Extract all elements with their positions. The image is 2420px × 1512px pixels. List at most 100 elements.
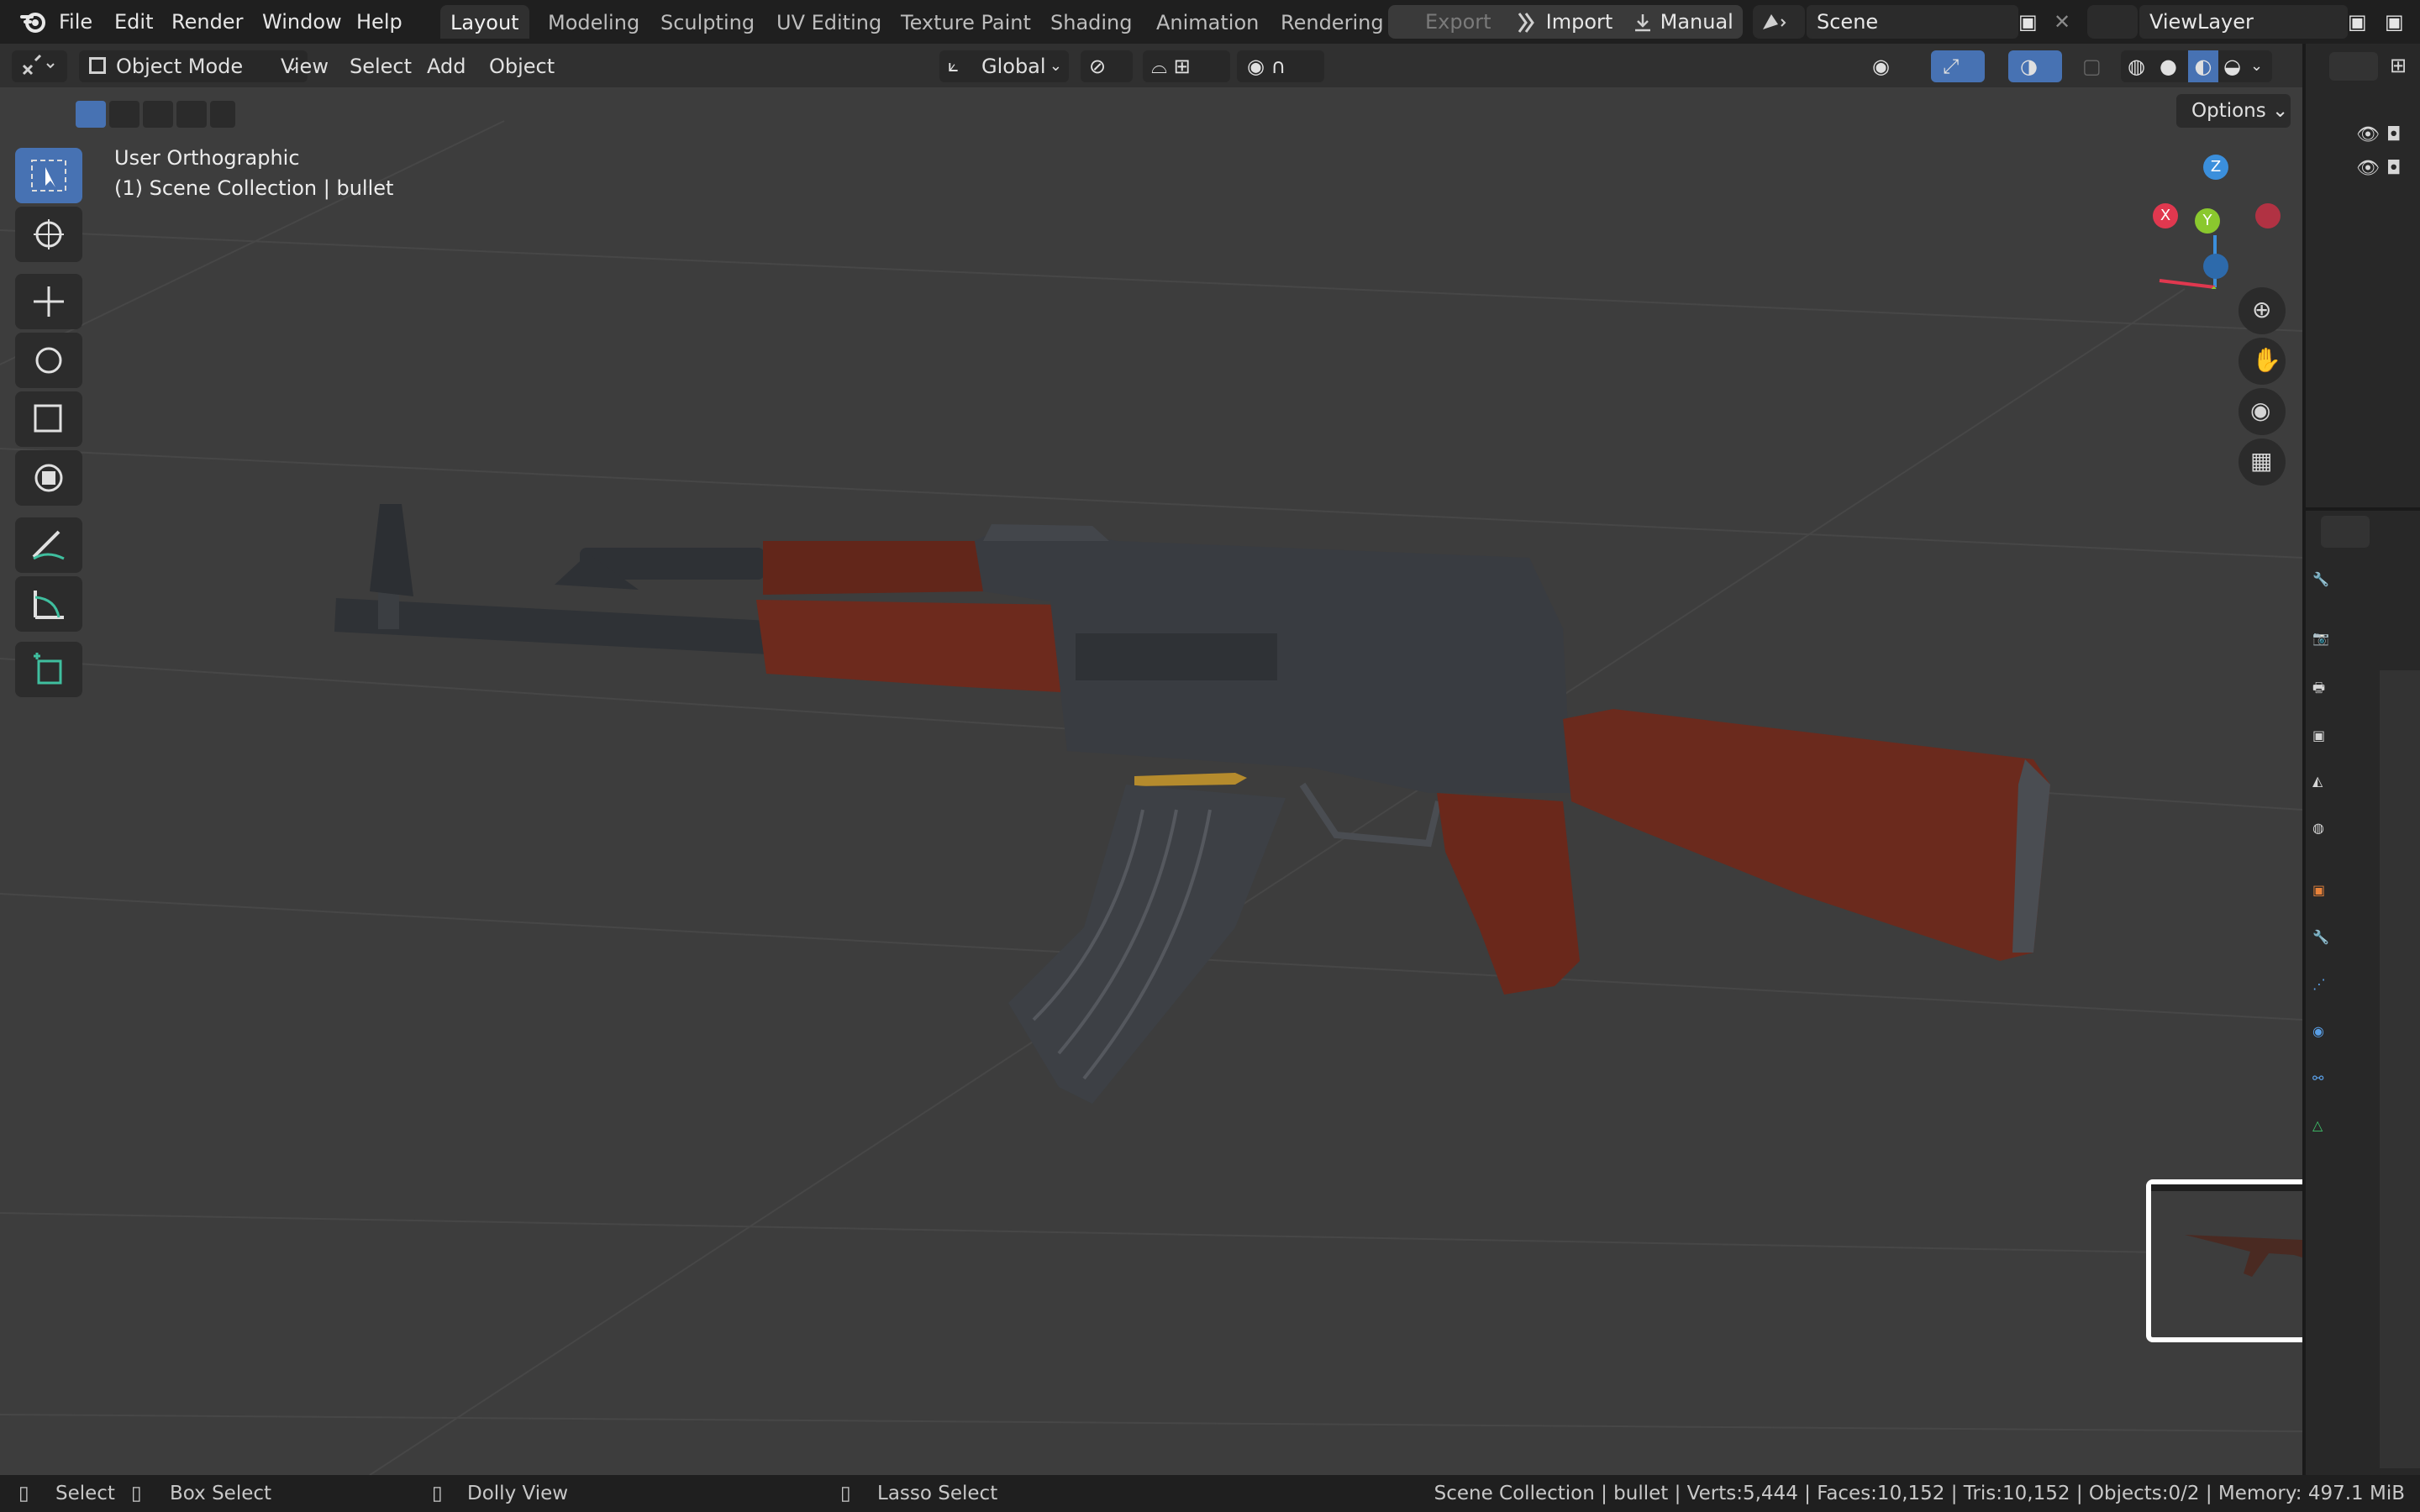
blender-logo-icon[interactable] — [12, 5, 55, 39]
render-camera-icon[interactable]: ◘ — [2386, 158, 2401, 179]
menu-help[interactable]: Help — [350, 5, 409, 39]
status-box-select: Box Select — [170, 1483, 272, 1504]
snap-icon[interactable]: ⌓ ⊞ — [1143, 50, 1230, 82]
navigation-gizmo[interactable]: Z X Y — [2143, 155, 2294, 299]
new-view-layer-icon[interactable]: ▣ — [2341, 5, 2374, 39]
trigger-guard — [1299, 782, 1442, 848]
menu-render[interactable]: Render — [165, 5, 250, 39]
gizmo-toggle-icon[interactable]: ⤢ — [1931, 50, 1985, 82]
rendered-shading-icon[interactable]: ◒ — [2223, 50, 2241, 82]
menu-edit[interactable]: Edit — [108, 5, 160, 39]
options-button[interactable]: Options ⌄ — [2176, 94, 2291, 128]
view-menu[interactable]: View — [271, 50, 339, 82]
export-button[interactable]: Export — [1418, 5, 1498, 39]
tab-shading[interactable]: Shading — [1040, 5, 1143, 39]
status-stats: Scene Collection | bullet | Verts:5,444 … — [1434, 1483, 2405, 1504]
editor-type-icon[interactable] — [12, 50, 67, 82]
tab-texture-paint[interactable]: Texture Paint — [891, 5, 1041, 39]
upper-handguard — [763, 541, 983, 595]
x-axis-icon[interactable]: X — [2153, 203, 2178, 228]
download-icon — [1635, 14, 1650, 32]
overlays-toggle-icon[interactable]: ◑ — [2008, 50, 2062, 82]
close-scene-icon[interactable]: ✕ — [2047, 5, 2077, 39]
select-menu[interactable]: Select — [339, 50, 422, 82]
tab-rendering[interactable]: Rendering — [1270, 5, 1394, 39]
manual-button[interactable]: Manual — [1625, 5, 1740, 39]
zoom-icon[interactable]: ⊕ — [2238, 287, 2286, 334]
outliner-add-icon[interactable]: ⊞ — [2390, 54, 2407, 77]
menu-file[interactable]: File — [52, 5, 99, 39]
modifier-properties-icon[interactable]: 🔧 — [2312, 929, 2349, 966]
status-lasso: Lasso Select — [877, 1483, 998, 1504]
mouse-scroll-icon: ▯ — [432, 1483, 443, 1504]
visibility-eye-icon[interactable]: 👁 — [2356, 124, 2380, 145]
world-properties-icon[interactable]: ◍ — [2312, 820, 2349, 857]
chevron-down-icon: ⌄ — [1049, 57, 1062, 75]
xray-icon[interactable]: ▢ — [2082, 50, 2112, 82]
import-button[interactable]: Import — [1507, 5, 1619, 39]
ortho-grid-icon[interactable]: ▦ — [2238, 438, 2286, 486]
status-select: Select — [55, 1483, 115, 1504]
tab-layout[interactable]: Layout — [440, 5, 529, 39]
material-shading-icon[interactable]: ◐ — [2188, 50, 2218, 82]
camera-view-icon[interactable]: ◉ — [2238, 388, 2286, 435]
tab-sculpting[interactable]: Sculpting — [650, 5, 765, 39]
tool-properties-icon[interactable]: 🔧 — [2312, 571, 2349, 608]
top-bar: File Edit Render Window Help Layout Mode… — [0, 0, 2420, 44]
mouse-left-icon: ▯ — [18, 1483, 29, 1504]
properties-editor-icon[interactable] — [2321, 516, 2370, 548]
stock — [1563, 709, 2050, 961]
object-menu[interactable]: Object — [479, 50, 565, 82]
visibility-icon[interactable]: ◉ — [1867, 50, 1923, 82]
object-properties-icon[interactable]: ▣ — [2312, 882, 2349, 919]
render-camera-icon[interactable]: ◘ — [2386, 124, 2401, 145]
tab-uv-editing[interactable]: UV Editing — [766, 5, 892, 39]
scene-selector-icon[interactable] — [1753, 5, 1805, 39]
data-properties-icon[interactable]: △ — [2312, 1117, 2349, 1154]
3d-viewport[interactable]: User Orthographic (1) Scene Collection |… — [0, 87, 2302, 1475]
tab-animation[interactable]: Animation — [1146, 5, 1269, 39]
mouse-right-icon: ▯ — [840, 1483, 851, 1504]
view-layer-icon[interactable] — [2087, 5, 2138, 39]
scene-field[interactable]: Scene — [1807, 5, 2018, 39]
view-layer-field[interactable]: ViewLayer — [2139, 5, 2348, 39]
status-dolly: Dolly View — [467, 1483, 569, 1504]
output-properties-icon[interactable]: 🖶 — [2312, 679, 2349, 716]
z-axis-icon[interactable]: Z — [2203, 155, 2228, 180]
negative-z-axis-icon[interactable] — [2203, 254, 2228, 279]
rifle-model[interactable] — [0, 87, 2302, 1475]
tab-modeling[interactable]: Modeling — [538, 5, 650, 39]
magazine — [1008, 785, 1286, 1104]
proportional-edit-icon[interactable]: ◉ ∩ — [1237, 50, 1324, 82]
transform-orientation-icon: ⟀ — [948, 55, 960, 76]
outliner-editor-icon[interactable] — [2329, 52, 2378, 81]
properties-scroll — [2380, 670, 2420, 1468]
view-layer-properties-icon[interactable]: ▣ — [2312, 727, 2349, 764]
remove-view-layer-icon[interactable]: ▣ — [2378, 5, 2411, 39]
y-axis-icon[interactable]: Y — [2195, 208, 2220, 234]
import-chevron-icon — [1518, 13, 1534, 33]
pivot-point-icon[interactable]: ⊘ — [1081, 50, 1133, 82]
screen-thumbnail[interactable] — [2146, 1179, 2302, 1342]
mouse-middle-icon: ▯ — [131, 1483, 142, 1504]
status-bar: ▯ Select ▯ Box Select ▯ Dolly View ▯ Las… — [0, 1475, 2420, 1512]
particle-properties-icon[interactable]: ⋰ — [2312, 976, 2349, 1013]
solid-shading-icon[interactable]: ● — [2160, 50, 2177, 82]
constraint-properties-icon[interactable]: ⚯ — [2312, 1070, 2349, 1107]
render-properties-icon[interactable]: 📷 — [2312, 630, 2349, 667]
add-menu[interactable]: Add — [417, 50, 476, 82]
new-scene-icon[interactable]: ▣ — [2012, 5, 2044, 39]
lower-handguard — [756, 600, 1067, 692]
shading-modes: ◍ ● ◐ ◒ ⌄ — [2121, 50, 2272, 82]
menu-window[interactable]: Window — [255, 5, 349, 39]
wireframe-shading-icon[interactable]: ◍ — [2128, 50, 2145, 82]
receiver-window — [1076, 633, 1277, 680]
orientation-dropdown[interactable]: ⟀ Global ⌄ — [939, 50, 1069, 82]
outliner-panel: ⊞ 👁 ◘ 👁 ◘ — [2302, 44, 2420, 507]
scene-properties-icon[interactable]: ◭ — [2312, 773, 2349, 810]
visibility-eye-icon[interactable]: 👁 — [2356, 158, 2380, 179]
negative-x-axis-icon[interactable] — [2255, 203, 2281, 228]
physics-properties-icon[interactable]: ◉ — [2312, 1023, 2349, 1060]
object-mode-label: Object Mode — [116, 55, 244, 78]
pan-hand-icon[interactable]: ✋ — [2238, 338, 2286, 385]
